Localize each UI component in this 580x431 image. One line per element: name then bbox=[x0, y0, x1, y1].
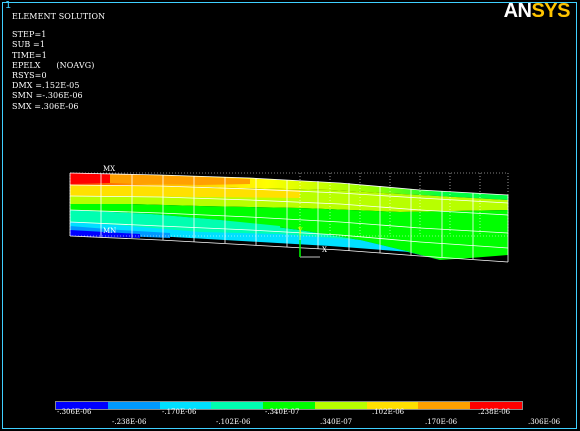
legend-label-6: .340E-07 bbox=[320, 418, 353, 426]
legend-label-10: .306E-06 bbox=[528, 418, 561, 426]
legend-label-2: -.238E-06 bbox=[112, 418, 147, 426]
max-marker: MX bbox=[103, 165, 115, 173]
min-marker: MN bbox=[103, 227, 116, 235]
legend-label-4: -.102E-06 bbox=[216, 418, 251, 426]
legend-label-5: -.340E-07 bbox=[265, 408, 300, 416]
legend-label-8: .170E-06 bbox=[425, 418, 458, 426]
contour-legend-labels: -.306E-06 -.170E-06 -.340E-07 .102E-06 .… bbox=[0, 408, 580, 431]
legend-label-9: .238E-06 bbox=[478, 408, 511, 416]
triad-x-label: X bbox=[322, 246, 327, 254]
triad-y-label: Y bbox=[297, 227, 303, 235]
legend-label-3: -.170E-06 bbox=[162, 408, 197, 416]
legend-label-1: -.306E-06 bbox=[57, 408, 92, 416]
model-view: MX MN X Y bbox=[69, 165, 509, 263]
legend-label-7: .102E-06 bbox=[372, 408, 405, 416]
